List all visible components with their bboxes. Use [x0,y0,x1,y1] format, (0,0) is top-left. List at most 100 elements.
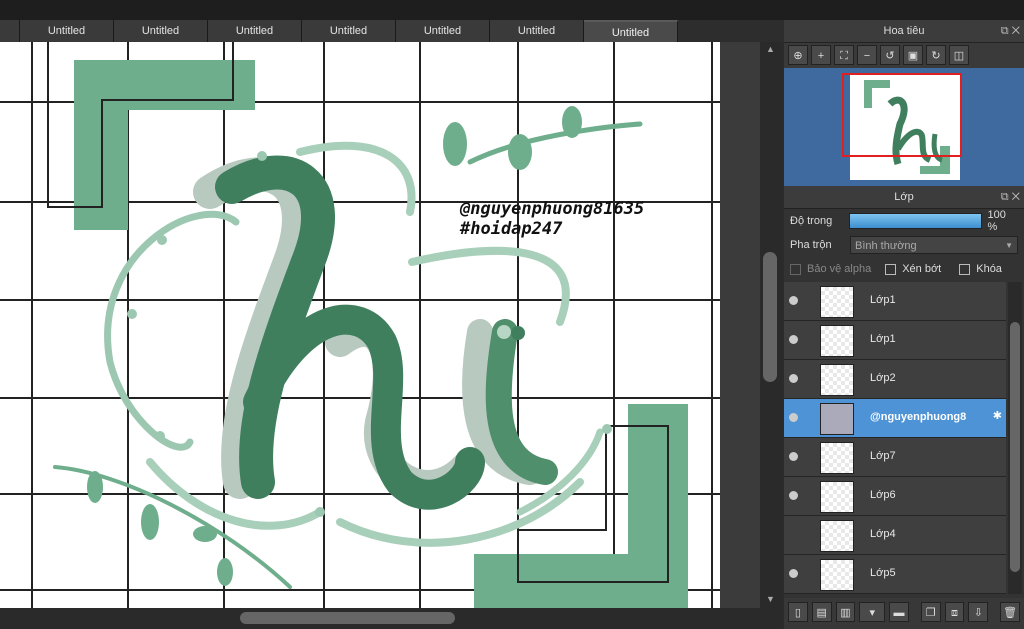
new-halftone-layer-icon[interactable]: ▤ [811,602,832,622]
layers-title: Lớp [894,191,914,203]
tab-document-4[interactable]: Untitled [302,20,396,42]
layer-row-selected[interactable]: @nguyenphuong8 ✱ [784,399,1006,438]
layer-row[interactable]: Lớp1 [784,282,1006,321]
trash-icon[interactable]: 🗑 [1000,602,1020,622]
layer-row[interactable]: Lớp7 [784,438,1006,477]
drawing-canvas[interactable]: @nguyenphuong81635 #hoidap247 [0,42,760,608]
opacity-value: 100 % [987,209,1006,233]
layer-name: Lớp1 [870,333,896,345]
layer-thumbnail [820,325,854,357]
layer-name: Lớp2 [870,372,896,384]
layer-list: Lớp1 Lớp1 Lớp2 @nguyenphuong8 ✱ Lớp7 Lớp6… [784,282,1006,594]
tab-document-7[interactable]: Untitled [584,20,678,42]
vertical-scroll-thumb[interactable] [763,252,777,382]
opacity-slider[interactable] [848,213,982,229]
rotate-left-icon[interactable]: ↺ [880,45,900,65]
document-tabs: Untitled Untitled Untitled Untitled Unti… [0,20,784,42]
layers-panel: Lớp ⧉ ✕ Độ trong 100 % Pha trộn Bình thư… [784,186,1024,598]
navigator-panel: Hoa tiêu ⧉ ✕ ⊕ + ⛶ − ↺ ▣ ↻ ◫ [784,20,1024,202]
settings-icon[interactable]: ✱ [993,409,1002,422]
layer-options-row: Bảo vệ alpha Xén bớt Khóa [784,257,1024,281]
fit-window-icon[interactable]: ⛶ [834,45,854,65]
protect-alpha-checkbox[interactable] [790,263,801,275]
popout-icon[interactable]: ⧉ [1001,25,1009,37]
opacity-row: Độ trong 100 % [784,209,1024,233]
layer-row[interactable]: Lớp2 [784,360,1006,399]
reset-view-icon[interactable]: ▣ [903,45,923,65]
eye-icon[interactable] [789,569,798,578]
layer-thumbnail [820,520,854,552]
vertical-scrollbar[interactable]: ▲ ▼ [760,42,782,608]
layer-row[interactable]: Lớp5 [784,555,1006,594]
layer-row[interactable]: Lớp4 [784,516,1006,555]
layer-row[interactable]: Lớp1 [784,321,1006,360]
blend-label: Pha trộn [790,239,832,251]
popout-icon[interactable]: ⧉ [1001,191,1009,203]
tab-document-2[interactable]: Untitled [114,20,208,42]
eye-icon[interactable] [789,374,798,383]
new-text-layer-icon[interactable]: ▥ [835,602,856,622]
scroll-up-icon[interactable]: ▲ [766,44,775,54]
layer-list-scroll-thumb[interactable] [1010,322,1020,572]
protect-alpha-label: Bảo vệ alpha [807,263,872,275]
viewport-indicator[interactable] [842,73,962,157]
clipping-label: Xén bớt [902,263,942,275]
scroll-down-icon[interactable]: ▼ [766,594,775,604]
blend-mode-select[interactable]: Bình thường ▼ [850,236,1018,254]
transfer-layer-icon[interactable]: ⇩ [968,602,989,622]
layers-header: Lớp ⧉ ✕ [784,186,1024,209]
tab-document-3[interactable]: Untitled [208,20,302,42]
zoom-fit-icon[interactable]: ⊕ [788,45,808,65]
lock-checkbox[interactable] [959,263,971,275]
zoom-in-icon[interactable]: + [811,45,831,65]
watermark-hashtag: #hoidap247 [459,219,563,239]
layer-thumbnail [820,364,854,396]
close-icon[interactable]: ✕ [1012,191,1020,203]
artwork: @nguyenphuong81635 #hoidap247 [0,42,720,608]
navigator-preview[interactable] [784,68,1024,202]
blend-mode-value: Bình thường [855,240,917,252]
layer-name: Lớp5 [870,567,896,579]
chevron-down-icon: ▼ [1005,241,1013,250]
flip-icon[interactable]: ◫ [949,45,969,65]
layer-name: Lớp7 [870,450,896,462]
folder-icon[interactable]: ▬ [889,602,909,622]
tab-document-1[interactable]: Untitled [20,20,114,42]
navigator-header-buttons: ⧉ ✕ [1001,20,1020,42]
close-icon[interactable]: ✕ [1012,25,1020,37]
layer-name: Lớp6 [870,489,896,501]
navigator-title: Hoa tiêu [883,25,925,37]
merge-layer-icon[interactable]: ⧈ [944,602,965,622]
eye-icon[interactable] [789,452,798,461]
zoom-out-icon[interactable]: − [857,45,877,65]
eye-icon[interactable] [789,335,798,344]
horizontal-scroll-thumb[interactable] [240,612,455,624]
eye-icon[interactable] [789,296,798,305]
watermark-handle: @nguyenphuong81635 [459,199,644,219]
eye-icon[interactable] [789,491,798,500]
layer-name: Lớp4 [870,528,896,540]
layer-name: @nguyenphuong8 [870,411,967,423]
tab-document-6[interactable]: Untitled [490,20,584,42]
layer-thumbnail [820,559,854,591]
rotate-right-icon[interactable]: ↻ [926,45,946,65]
layer-row[interactable]: Lớp6 [784,477,1006,516]
layer-list-scrollbar[interactable] [1008,282,1022,594]
blend-row: Pha trộn Bình thường ▼ [784,233,1024,257]
tab-document-5[interactable]: Untitled [396,20,490,42]
tab-scroll-left[interactable] [0,20,20,42]
eye-icon[interactable] [789,413,798,422]
add-layer-menu-icon[interactable]: ▾ [859,602,886,622]
layer-actions-toolbar: ▯ ▤ ▥ ▾ ▬ ❐ ⧈ ⇩ 🗑 [784,598,1024,629]
horizontal-scrollbar[interactable] [0,608,782,629]
navigator-header: Hoa tiêu ⧉ ✕ [784,20,1024,43]
new-layer-icon[interactable]: ▯ [788,602,808,622]
layers-header-buttons: ⧉ ✕ [1001,186,1020,208]
duplicate-layer-icon[interactable]: ❐ [920,602,941,622]
layer-name: Lớp1 [870,294,896,306]
layer-thumbnail [820,442,854,474]
layer-thumbnail [820,481,854,513]
clipping-checkbox[interactable] [885,263,897,275]
title-bar [0,0,1024,20]
navigator-toolbar: ⊕ + ⛶ − ↺ ▣ ↻ ◫ [784,43,1024,69]
